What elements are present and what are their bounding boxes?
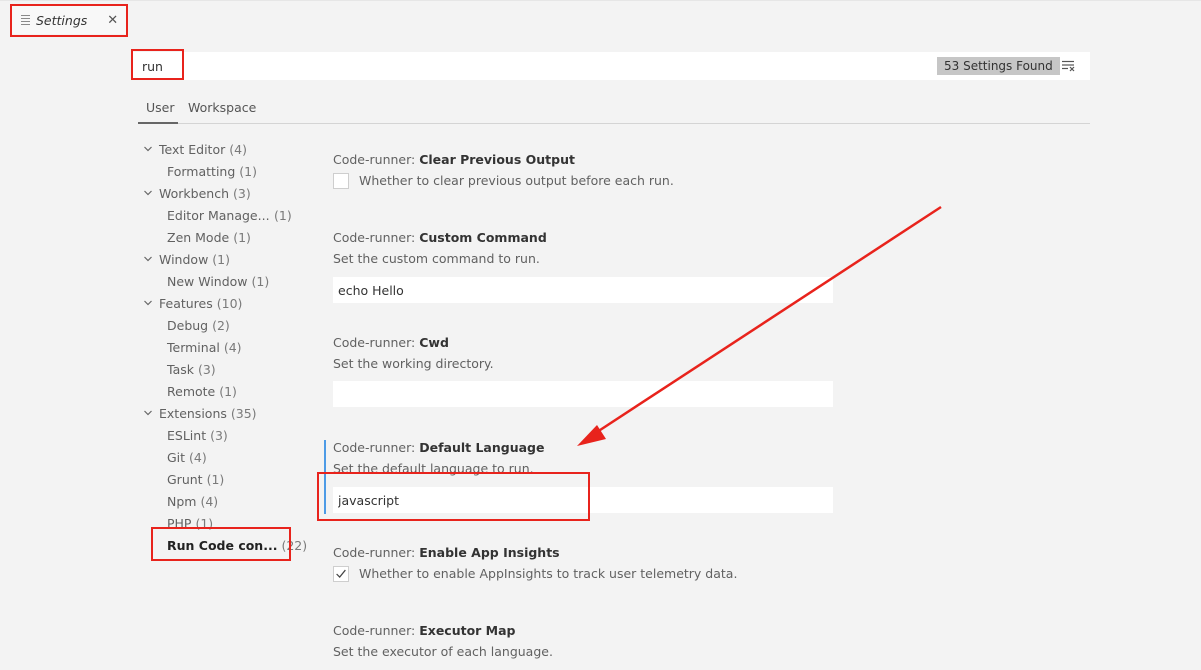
toc-item-editor-management[interactable]: Editor Manage... [167,208,270,223]
custom-command-input[interactable] [333,277,833,303]
setting-description: Whether to clear previous output before … [359,173,674,188]
toc-item-workbench[interactable]: Workbench (3) [144,186,251,201]
tab-workspace[interactable]: Workspace [188,100,256,115]
setting-description: Set the executor of each language. [333,644,553,659]
clear-previous-output-checkbox[interactable] [333,173,349,189]
setting-description: Set the custom command to run. [333,251,540,266]
chevron-down-icon [144,300,152,306]
toc-item-grunt[interactable]: Grunt (1) [167,472,224,487]
setting-title-custom-command: Code-runner: Custom Command [333,230,547,245]
settings-search-bar: 53 Settings Found [132,52,1090,80]
tab-label: Settings [36,12,88,28]
toc-item-new-window[interactable]: New Window (1) [167,274,269,289]
active-scope-underline [138,122,178,124]
search-input[interactable] [142,56,642,76]
toc-item-window[interactable]: Window (1) [144,252,230,267]
toc-item-zen-mode[interactable]: Zen Mode (1) [167,230,251,245]
chevron-down-icon [144,410,152,416]
setting-title-cwd: Code-runner: Cwd [333,335,449,350]
setting-title-enable-app-insights: Code-runner: Enable App Insights [333,545,560,560]
setting-description: Set the working directory. [333,356,494,371]
chevron-down-icon [144,146,152,152]
setting-description: Whether to enable AppInsights to track u… [359,566,738,581]
tab-settings[interactable]: Settings ✕ [12,6,126,34]
toc-item-eslint[interactable]: ESLint (3) [167,428,228,443]
toc-item-task[interactable]: Task (3) [167,362,216,377]
tab-user[interactable]: User [146,100,175,115]
toc-item-formatting[interactable]: Formatting (1) [167,164,257,179]
toc-item-git[interactable]: Git (4) [167,450,207,465]
toc-item-npm[interactable]: Npm (4) [167,494,218,509]
setting-description: Set the default language to run. [333,461,534,476]
scope-divider [138,123,1090,124]
toc-item-terminal[interactable]: Terminal (4) [167,340,242,355]
clear-filter-icon[interactable] [1062,60,1076,72]
setting-title-executor-map: Code-runner: Executor Map [333,623,516,638]
enable-app-insights-checkbox[interactable] [333,566,349,582]
chevron-down-icon [144,256,152,262]
setting-title-clear-previous-output: Code-runner: Clear Previous Output [333,152,575,167]
setting-title-default-language: Code-runner: Default Language [333,440,545,455]
toc-item-editor-management-count: (1) [274,208,292,223]
focused-setting-indicator [324,440,326,514]
toc-item-text-editor[interactable]: Text Editor (4) [144,142,247,157]
results-count-badge: 53 Settings Found [937,57,1060,75]
toc-item-remote[interactable]: Remote (1) [167,384,237,399]
toc-item-run-code-configuration[interactable]: Run Code con... (22) [167,538,307,553]
toc-item-extensions[interactable]: Extensions (35) [144,406,257,421]
toc-item-debug[interactable]: Debug (2) [167,318,230,333]
editor-tab-bar [0,0,1201,39]
lines-icon [21,13,30,27]
toc-item-features[interactable]: Features (10) [144,296,242,311]
default-language-input[interactable] [333,487,833,513]
close-icon[interactable]: ✕ [107,13,118,28]
check-icon [336,569,346,578]
toc-item-php[interactable]: PHP (1) [167,516,213,531]
cwd-input[interactable] [333,381,833,407]
chevron-down-icon [144,190,152,196]
